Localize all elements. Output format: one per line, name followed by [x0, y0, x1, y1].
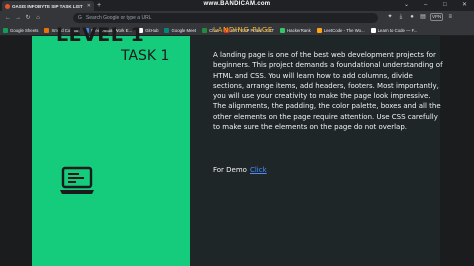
- demo-line: For Demo Click: [213, 166, 267, 174]
- forward-icon[interactable]: →: [13, 11, 23, 25]
- bookmark-item[interactable]: HackerRank: [280, 27, 311, 33]
- bookmark-favicon-icon: [316, 27, 322, 33]
- close-window-icon[interactable]: ✕: [462, 0, 467, 10]
- bookmark-favicon-icon: [44, 27, 50, 33]
- maximize-icon[interactable]: □: [443, 0, 447, 10]
- download-icon[interactable]: ⤓: [397, 13, 405, 21]
- demo-label: For Demo: [213, 166, 247, 174]
- task-subtitle: TASK 1: [121, 48, 170, 64]
- tab-strip: OASIS INFOBYTE SIP TASK LIST ✕ + www.BAN…: [0, 0, 474, 11]
- omnibox[interactable]: G Search Google or type a URL: [73, 13, 378, 23]
- project-description: A landing page is one of the best web de…: [213, 51, 443, 132]
- bookmark-item[interactable]: Google Meet: [164, 27, 196, 33]
- bookmark-item[interactable]: LeetCode - The Wo...: [316, 27, 365, 33]
- sidebar-icon[interactable]: ▤: [419, 13, 427, 21]
- profile-icon[interactable]: ●: [408, 13, 416, 21]
- omnibox-input[interactable]: Search Google or type a URL: [86, 15, 152, 21]
- project-title: LANDING PAGE: [213, 26, 273, 34]
- menu-icon[interactable]: ≡: [446, 13, 454, 21]
- bookmark-favicon-icon: [164, 27, 170, 33]
- level-title: LEVEL 1: [56, 24, 145, 46]
- demo-link[interactable]: Click: [250, 166, 267, 174]
- google-g-icon: G: [78, 15, 82, 21]
- bookmark-item[interactable]: Google Sheets: [3, 27, 38, 33]
- bookmark-favicon-icon: [202, 27, 208, 33]
- bookmark-item[interactable]: Learn to Code — F...: [370, 27, 417, 33]
- address-bar: ← → ↻ ⌂ G Search Google or type a URL ✦ …: [0, 11, 474, 25]
- back-icon[interactable]: ←: [3, 11, 13, 25]
- minimize-icon[interactable]: –: [424, 0, 427, 10]
- extensions-toolbar: ✦ ⤓ ● ▤ VPN ≡: [386, 13, 454, 21]
- vpn-button[interactable]: VPN: [430, 13, 444, 21]
- bookmark-favicon-icon: [3, 27, 8, 33]
- home-icon[interactable]: ⌂: [33, 11, 43, 25]
- level-panel: [32, 36, 190, 266]
- laptop-code-icon: [60, 166, 94, 194]
- puzzle-extensions-icon[interactable]: ✦: [386, 13, 394, 21]
- bookmark-favicon-icon: [280, 27, 286, 33]
- recording-watermark: www.BANDICAM.com: [203, 1, 271, 7]
- reload-icon[interactable]: ↻: [23, 11, 33, 25]
- tab-search-icon[interactable]: ⌄: [404, 0, 409, 10]
- bookmark-favicon-icon: [370, 27, 376, 33]
